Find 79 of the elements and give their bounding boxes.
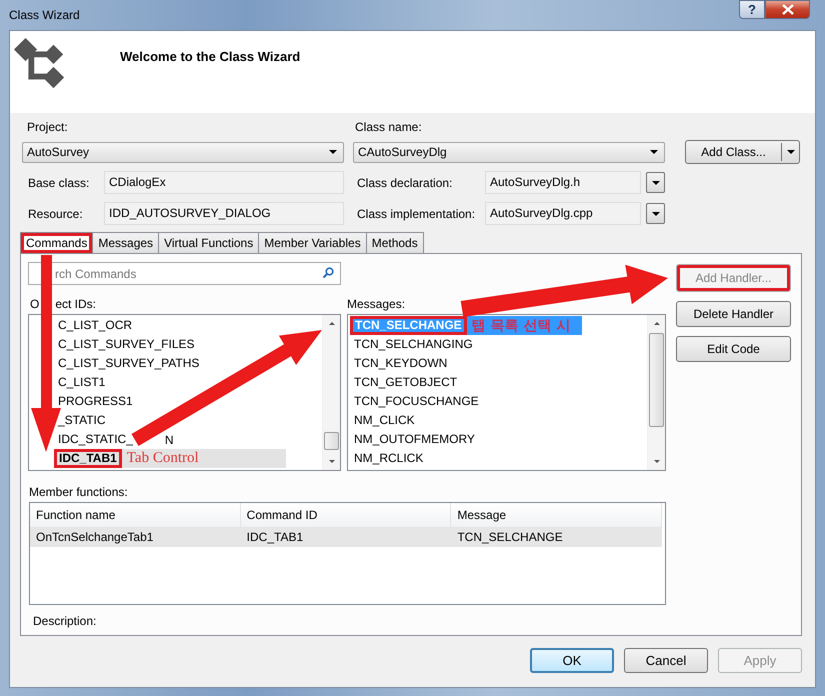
add-class-button[interactable]: Add Class... — [685, 140, 800, 164]
close-button[interactable] — [765, 0, 810, 19]
scrollbar[interactable] — [322, 315, 340, 470]
class-name-dropdown[interactable]: CAutoSurveyDlg — [353, 142, 665, 162]
scroll-down-arrow-icon[interactable] — [654, 460, 660, 463]
field-label: Resource: — [27, 206, 84, 222]
list-item[interactable]: NM_RCLICK — [350, 449, 428, 468]
scrollbar[interactable] — [647, 315, 665, 470]
list-item[interactable]: TCN_FOCUSCHANGE — [350, 392, 483, 411]
list-item[interactable]: NM_CLICK — [350, 411, 419, 430]
handler-button[interactable]: Edit Code — [676, 336, 791, 362]
scroll-down-arrow-icon[interactable] — [328, 460, 334, 463]
annotation-text: Tab Control — [126, 450, 199, 467]
scroll-up-arrow-icon[interactable] — [654, 322, 660, 325]
list-label: Messages: — [347, 296, 406, 313]
dropdown-button[interactable] — [646, 172, 665, 193]
combo-value: AutoSurvey — [27, 145, 90, 159]
table-cell-text: IDC_TAB1 — [246, 529, 304, 546]
list-item[interactable]: IDC_STATIC_ — [54, 430, 137, 449]
caret-icon — [787, 150, 795, 154]
list-item[interactable]: NM_OUTOFMEMORY — [350, 430, 479, 449]
annotation-text: 탭 목록 선택 시 — [472, 316, 570, 334]
list-item[interactable]: TCN_SELCHANGING — [350, 335, 477, 354]
readonly-field: CDialogEx — [104, 171, 344, 194]
tab[interactable]: Member Variables — [258, 232, 367, 253]
window-title: Class Wizard — [9, 8, 80, 24]
selected-row[interactable]: IDC_TAB1 Tab Control — [54, 449, 286, 468]
list-item[interactable]: C_LIST_SURVEY_PATHS — [54, 354, 204, 373]
list-item[interactable]: C_LIST1 — [54, 373, 110, 392]
item-text: IDC_TAB1 — [54, 449, 122, 468]
readonly-field: AutoSurveyDlg.cpp — [485, 202, 641, 225]
dropdown-arrow-icon — [652, 212, 660, 216]
search-field[interactable]: rch Commands — [28, 262, 341, 285]
tab[interactable]: Messages — [92, 232, 160, 253]
list-item[interactable]: TCN_GETOBJECT — [350, 373, 462, 392]
close-icon — [782, 4, 794, 15]
readonly-field: IDD_AUTOSURVEY_DIALOG — [104, 202, 344, 225]
help-button[interactable]: ? — [739, 0, 765, 19]
field-label: Base class: — [27, 174, 90, 190]
column-header[interactable]: Message — [451, 503, 662, 527]
section-label: Member functions: — [29, 484, 129, 500]
table-cell-text: TCN_SELCHANGE — [456, 529, 564, 546]
scrollbar-thumb[interactable] — [649, 333, 664, 427]
table-row[interactable]: OnTcnSelchangeTab1 IDC_TAB1 TCN_SELCHANGE — [30, 528, 662, 547]
dropdown-arrow-icon — [652, 180, 660, 184]
tab[interactable]: Virtual Functions — [158, 232, 260, 253]
field-label: Class implementation: — [356, 206, 476, 222]
column-header[interactable]: Function name — [30, 503, 241, 527]
scroll-up-arrow-icon[interactable] — [328, 322, 334, 325]
list-item[interactable]: TCN_KEYDOWN — [350, 354, 452, 373]
list-label: O — [29, 296, 40, 313]
class-wizard-icon — [13, 37, 67, 91]
field-label: Class declaration: — [356, 174, 454, 190]
list-item[interactable]: C_LIST_OCR — [54, 316, 136, 335]
item-text: TCN_SELCHANGE — [350, 316, 467, 335]
scrollbar-thumb[interactable] — [324, 432, 339, 450]
field-label: Project: — [26, 119, 68, 135]
dropdown-arrow-icon — [650, 150, 658, 154]
tab[interactable]: Commands — [20, 232, 94, 253]
dialog-button[interactable]: OK — [530, 648, 614, 673]
list-label: ect IDs: — [55, 296, 96, 313]
wizard-heading: Welcome to the Class Wizard — [120, 49, 300, 64]
list-item[interactable]: PROGRESS1 — [54, 392, 137, 411]
dropdown-button[interactable] — [646, 203, 665, 224]
dialog-button[interactable]: Cancel — [624, 648, 708, 673]
readonly-field: AutoSurveyDlg.h — [485, 171, 641, 194]
project-dropdown[interactable]: AutoSurvey — [22, 142, 344, 162]
list-item[interactable]: _STATIC — [54, 411, 110, 430]
column-header[interactable]: Command ID — [240, 503, 452, 527]
table-cell-text: OnTcnSelchangeTab1 — [35, 529, 154, 546]
search-icon — [322, 267, 334, 279]
section-label: Description: — [33, 613, 98, 629]
tab[interactable]: Methods — [366, 232, 424, 253]
handler-button[interactable]: Delete Handler — [676, 301, 791, 327]
list-item[interactable]: C_LIST_SURVEY_FILES — [54, 335, 199, 354]
dropdown-arrow-icon — [329, 150, 337, 154]
field-label: Class name: — [354, 119, 422, 135]
item-text: N — [164, 432, 174, 446]
combo-value: CAutoSurveyDlg — [358, 145, 448, 159]
